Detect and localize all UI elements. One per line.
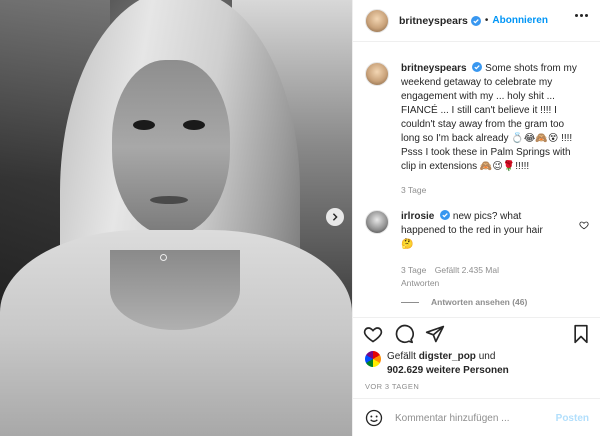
comment-icon[interactable]: [394, 324, 414, 344]
header-separator: •: [484, 15, 489, 26]
view-replies-label[interactable]: Antworten ansehen (46): [431, 297, 527, 307]
post-photo[interactable]: [0, 0, 352, 436]
caption-text: Some shots from my weekend getaway to ce…: [401, 63, 577, 172]
caption-username[interactable]: britneyspears: [401, 63, 467, 74]
follow-button[interactable]: Abonnieren: [492, 15, 548, 26]
bookmark-icon: [574, 324, 588, 344]
photo-mouth: [150, 196, 188, 204]
photo-pendant: [160, 254, 167, 261]
verified-badge-icon: [440, 210, 451, 220]
comment-likes[interactable]: Gefällt 2.435 Mal: [435, 265, 499, 275]
caption-time: 3 Tage: [401, 185, 427, 195]
author-avatar[interactable]: [365, 8, 389, 33]
post-comment-button[interactable]: Posten: [556, 413, 589, 424]
replies-line: [401, 301, 419, 303]
add-comment-bar: Kommentar hinzufügen ... Posten: [353, 398, 600, 436]
verified-badge-icon: [472, 62, 483, 72]
comment-like-heart-icon[interactable]: [579, 220, 589, 230]
instagram-post: britneyspears • Abonnieren britneyspears: [0, 0, 600, 436]
likes-summary: Gefällt digster_pop und 902.629 weitere …: [365, 350, 509, 378]
bookmark-button[interactable]: [571, 324, 591, 347]
likes-suffix[interactable]: weitere Personen: [426, 365, 509, 376]
comment-meta: 3 Tage Gefällt 2.435 Mal Antworten: [401, 264, 557, 290]
share-icon[interactable]: [425, 324, 445, 344]
post-actions: Gefällt digster_pop und 902.629 weitere …: [353, 317, 600, 436]
comment-time: 3 Tage: [401, 265, 427, 275]
pride-avatar-icon[interactable]: [365, 351, 381, 367]
caption-avatar[interactable]: [365, 62, 389, 86]
photo-neckline: [110, 250, 240, 330]
heart-icon[interactable]: [363, 324, 383, 344]
post-header: britneyspears • Abonnieren: [353, 0, 600, 42]
likes-user[interactable]: digster_pop: [419, 351, 476, 362]
view-replies-button[interactable]: Antworten ansehen (46): [401, 297, 527, 307]
comment-input[interactable]: Kommentar hinzufügen ...: [395, 413, 556, 424]
likes-count[interactable]: 902.629: [387, 365, 423, 376]
comments-section[interactable]: britneyspears Some shots from my weekend…: [353, 42, 600, 317]
verified-badge-icon: [470, 15, 481, 26]
photo-eye-right: [183, 120, 205, 130]
action-icons: [363, 324, 445, 344]
likes-text: Gefällt digster_pop und 902.629 weitere …: [387, 350, 509, 378]
photo-face: [112, 60, 230, 235]
chevron-right-icon: [332, 213, 338, 221]
likes-prefix: Gefällt: [387, 351, 416, 362]
next-photo-button[interactable]: [326, 208, 344, 226]
caption-body: britneyspears Some shots from my weekend…: [401, 62, 577, 174]
emoji-icon[interactable]: [365, 409, 383, 427]
more-options-icon[interactable]: [575, 14, 589, 18]
likes-mid: und: [478, 351, 496, 362]
comment-body: irlrosie new pics? what happened to the …: [401, 210, 557, 252]
comment-item: irlrosie new pics? what happened to the …: [365, 210, 557, 290]
photo-eye-left: [133, 120, 155, 130]
reply-button[interactable]: Antworten: [401, 278, 439, 288]
author-username[interactable]: britneyspears: [399, 15, 468, 27]
post-side-panel: britneyspears • Abonnieren britneyspears: [352, 0, 600, 436]
posted-ago[interactable]: VOR 3 TAGEN: [365, 382, 419, 391]
commenter-username[interactable]: irlrosie: [401, 211, 434, 222]
commenter-avatar[interactable]: [365, 210, 389, 234]
caption: britneyspears Some shots from my weekend…: [365, 62, 577, 197]
